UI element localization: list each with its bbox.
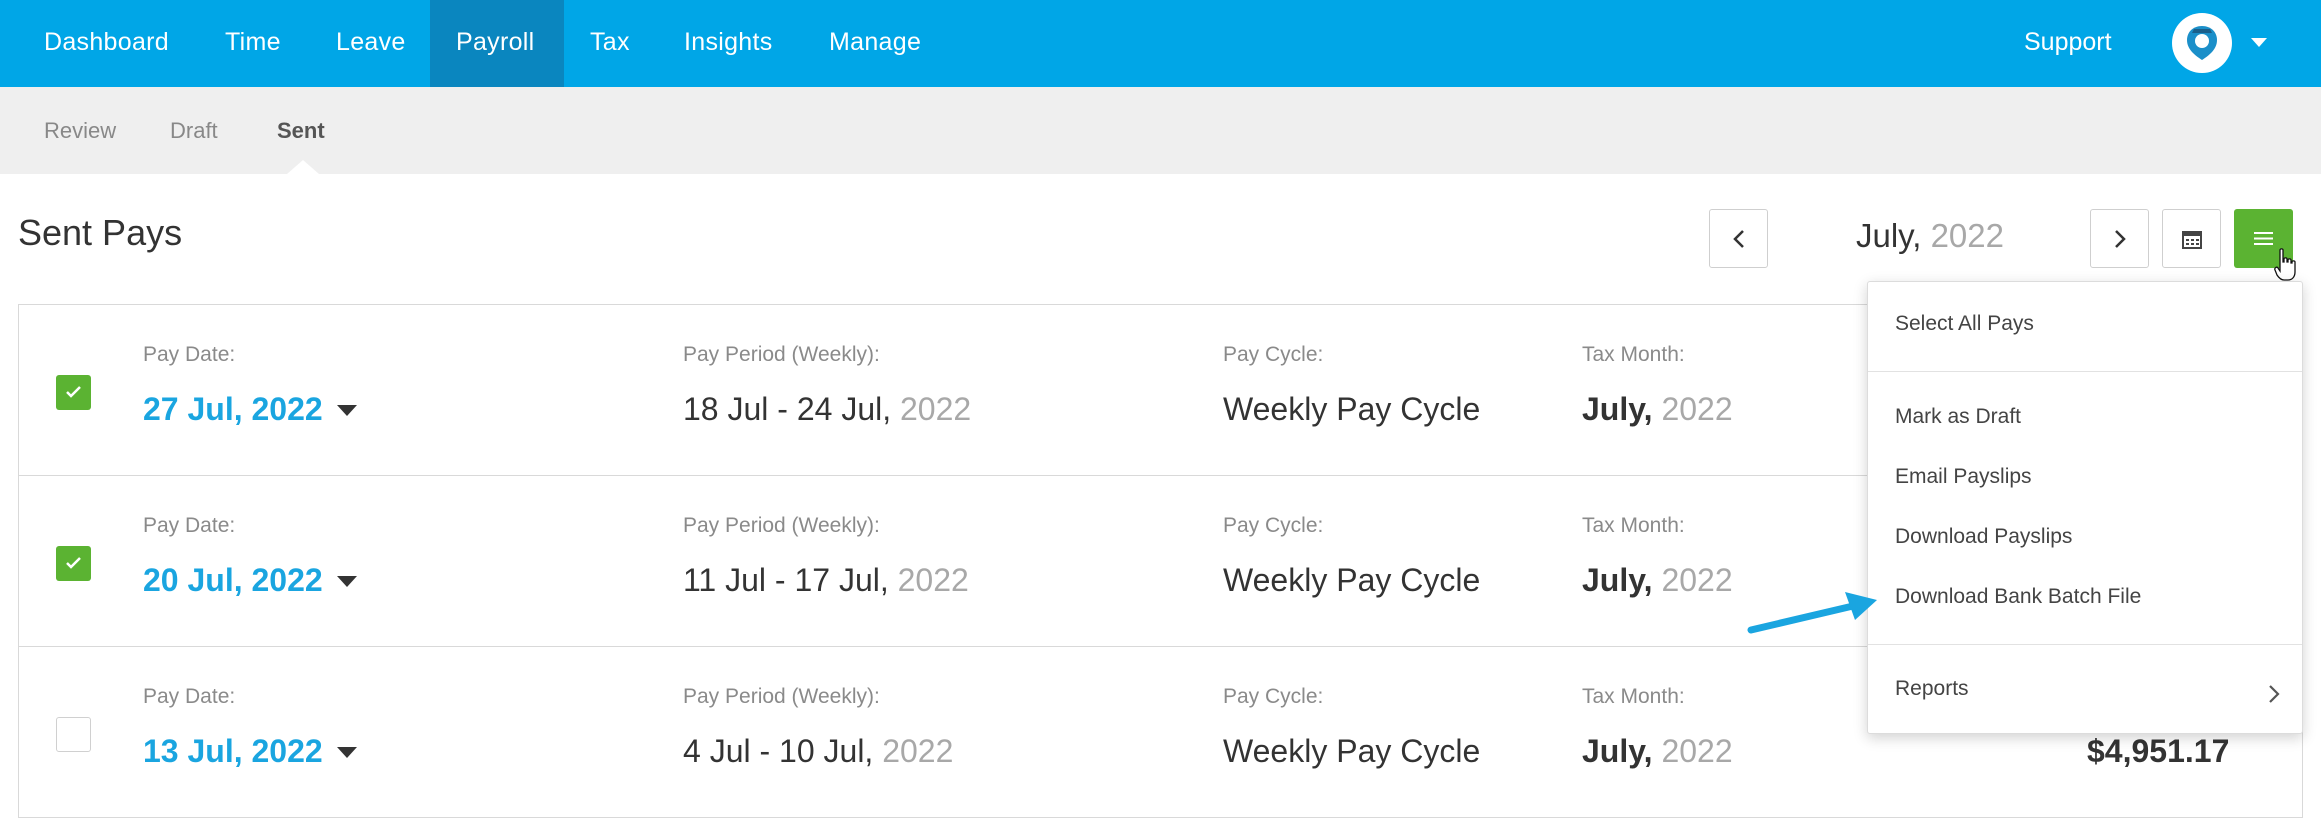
menu-divider xyxy=(1868,371,2302,372)
pay-period-range: 18 Jul - 24 Jul, xyxy=(683,391,892,427)
hamburger-icon xyxy=(2254,232,2273,245)
sub-nav: Review Draft Sent xyxy=(0,87,2321,174)
chevron-right-icon xyxy=(2114,229,2126,248)
tax-month: July, xyxy=(1582,562,1653,598)
nav-tax[interactable]: Tax xyxy=(564,0,656,87)
pay-date-link[interactable]: 27 Jul, 2022 xyxy=(143,391,323,428)
tax-month-value: July, 2022 xyxy=(1582,562,1733,599)
next-month-button[interactable] xyxy=(2090,209,2149,268)
menu-download-payslips[interactable]: Download Payslips xyxy=(1895,525,2072,549)
nav-payroll[interactable]: Payroll xyxy=(430,0,564,87)
pay-date-dropdown-icon[interactable] xyxy=(337,747,357,758)
pay-period-year: 2022 xyxy=(900,391,972,427)
subnav-active-pointer xyxy=(287,160,319,174)
pay-period-range: 4 Jul - 10 Jul, xyxy=(683,733,874,769)
nav-manage[interactable]: Manage xyxy=(803,0,947,87)
tax-month-value: July, 2022 xyxy=(1582,733,1733,770)
hand-cursor-icon xyxy=(2274,248,2296,281)
tax-month-value: July, 2022 xyxy=(1582,391,1733,428)
tax-year: 2022 xyxy=(1661,391,1733,427)
checkmark-icon xyxy=(66,386,81,398)
menu-email-payslips[interactable]: Email Payslips xyxy=(1895,465,2032,489)
pay-select-checkbox[interactable] xyxy=(56,717,91,752)
pay-select-checkbox[interactable] xyxy=(56,546,91,581)
tax-month: July, xyxy=(1582,391,1653,427)
tax-year: 2022 xyxy=(1661,733,1733,769)
tax-month-label: Tax Month: xyxy=(1582,343,1685,366)
pay-total-amount: $4,951.17 xyxy=(2087,733,2230,769)
menu-mark-as-draft[interactable]: Mark as Draft xyxy=(1895,405,2021,429)
current-year: 2022 xyxy=(1930,217,2004,254)
chevron-right-icon xyxy=(2269,685,2280,703)
top-nav: Dashboard Time Leave Payroll Tax Insight… xyxy=(0,0,2321,87)
user-logo-icon xyxy=(2187,26,2217,60)
subnav-review[interactable]: Review xyxy=(44,87,116,174)
actions-dropdown-menu: Select All Pays Mark as Draft Email Pays… xyxy=(1867,281,2303,734)
previous-month-button[interactable] xyxy=(1709,209,1768,268)
subnav-draft[interactable]: Draft xyxy=(170,87,218,174)
pay-date-dropdown-icon[interactable] xyxy=(337,405,357,416)
nav-dashboard[interactable]: Dashboard xyxy=(18,0,195,87)
tax-month-label: Tax Month: xyxy=(1582,514,1685,537)
pay-date-dropdown-icon[interactable] xyxy=(337,576,357,587)
tax-year: 2022 xyxy=(1661,562,1733,598)
pay-cycle-value: Weekly Pay Cycle xyxy=(1223,391,1481,427)
pay-cycle-value: Weekly Pay Cycle xyxy=(1223,562,1481,598)
pay-period-value: 4 Jul - 10 Jul, 2022 xyxy=(683,733,953,770)
pay-period-label: Pay Period (Weekly): xyxy=(683,685,880,708)
nav-leave[interactable]: Leave xyxy=(310,0,432,87)
pay-period-value: 11 Jul - 17 Jul, 2022 xyxy=(683,562,969,599)
pay-date-link[interactable]: 20 Jul, 2022 xyxy=(143,562,323,599)
checkmark-icon xyxy=(66,557,81,569)
tax-month-label: Tax Month: xyxy=(1582,685,1685,708)
pay-date-label: Pay Date: xyxy=(143,514,236,537)
pay-date-label: Pay Date: xyxy=(143,685,236,708)
nav-insights[interactable]: Insights xyxy=(658,0,799,87)
avatar[interactable] xyxy=(2172,13,2232,73)
account-menu-chevron-icon[interactable] xyxy=(2251,38,2267,47)
pay-date-label: Pay Date: xyxy=(143,343,236,366)
menu-select-all-pays[interactable]: Select All Pays xyxy=(1895,312,2034,336)
pay-period-year: 2022 xyxy=(897,562,969,598)
pay-cycle-label: Pay Cycle: xyxy=(1223,514,1324,537)
current-month: July, xyxy=(1856,217,1922,254)
pay-select-checkbox[interactable] xyxy=(56,375,91,410)
annotation-arrow-icon xyxy=(1747,592,1877,634)
calendar-icon xyxy=(2181,230,2202,249)
calendar-button[interactable] xyxy=(2162,209,2221,268)
pay-cycle-value: Weekly Pay Cycle xyxy=(1223,733,1481,769)
pay-period-label: Pay Period (Weekly): xyxy=(683,514,880,537)
pay-period-label: Pay Period (Weekly): xyxy=(683,343,880,366)
pay-period-year: 2022 xyxy=(882,733,954,769)
pay-period-value: 18 Jul - 24 Jul, 2022 xyxy=(683,391,971,428)
support-link[interactable]: Support xyxy=(2024,0,2112,87)
menu-divider xyxy=(1868,644,2302,645)
chevron-left-icon xyxy=(1732,229,1744,248)
menu-reports[interactable]: Reports xyxy=(1895,677,1969,701)
current-month-label: July, 2022 xyxy=(1856,217,2004,255)
page-title: Sent Pays xyxy=(18,212,183,253)
pay-date-link[interactable]: 13 Jul, 2022 xyxy=(143,733,323,770)
tax-month: July, xyxy=(1582,733,1653,769)
nav-time[interactable]: Time xyxy=(199,0,307,87)
pay-cycle-label: Pay Cycle: xyxy=(1223,685,1324,708)
pay-period-range: 11 Jul - 17 Jul, xyxy=(683,562,889,598)
pay-cycle-label: Pay Cycle: xyxy=(1223,343,1324,366)
menu-download-bank-batch-file[interactable]: Download Bank Batch File xyxy=(1895,585,2141,609)
